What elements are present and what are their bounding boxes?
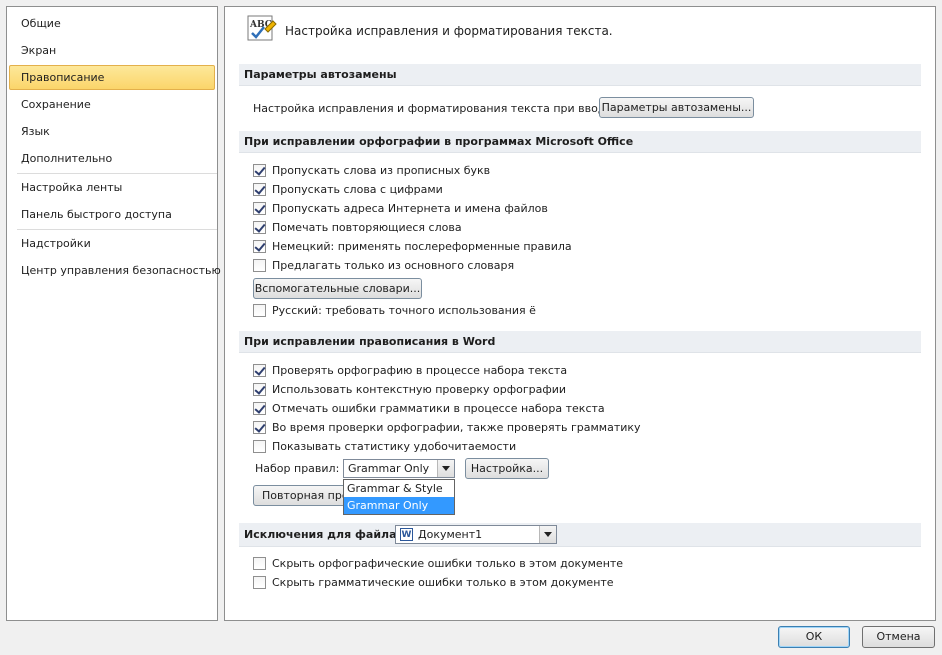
russian-yo-checkbox[interactable] [253,304,266,317]
section-word-spelling-header: При исправлении правописания в Word [239,331,921,353]
exceptions-label: Исключения для файла: [244,528,401,541]
flag-repeated-label: Помечать повторяющиеся слова [272,221,462,234]
section-office-spelling-header: При исправлении орфографии в программах … [239,131,921,153]
ok-button[interactable]: ОК [778,626,850,648]
grammar-as-you-type-label: Отмечать ошибки грамматики в процессе на… [272,402,605,415]
check-grammar-with-spelling-label: Во время проверки орфографии, также пров… [272,421,641,434]
sidebar-item-save[interactable]: Сохранение [9,92,215,117]
ignore-numbers-label: Пропускать слова с цифрами [272,183,443,196]
autocorrect-row-label: Настройка исправления и форматирования т… [253,102,616,115]
autocorrect-options-button[interactable]: Параметры автозамены... [599,97,754,118]
ruleset-select-value: Grammar Only [348,462,430,475]
check-grammar-with-spelling-checkbox[interactable] [253,421,266,434]
sidebar-item-language[interactable]: Язык [9,119,215,144]
ruleset-option-grammar-style[interactable]: Grammar & Style [344,480,454,497]
word-document-icon [400,527,413,544]
check-as-you-type-label: Проверять орфографию в процессе набора т… [272,364,568,377]
custom-dictionaries-button[interactable]: Вспомогательные словари... [253,278,422,299]
hide-spelling-errors-label: Скрыть орфографические ошибки только в э… [272,557,624,570]
ruleset-label: Набор правил: [255,462,340,475]
grammar-as-you-type-checkbox[interactable] [253,402,266,415]
hide-spelling-errors-checkbox[interactable] [253,557,266,570]
flag-repeated-checkbox[interactable] [253,221,266,234]
ignore-uppercase-checkbox[interactable] [253,164,266,177]
german-rules-checkbox[interactable] [253,240,266,253]
check-as-you-type-checkbox[interactable] [253,364,266,377]
sidebar-item-display[interactable]: Экран [9,38,215,63]
exceptions-document-select[interactable]: Документ1 [395,525,557,544]
sidebar-item-customize-ribbon[interactable]: Настройка ленты [9,175,215,200]
contextual-spelling-label: Использовать контекстную проверку орфогр… [272,383,567,396]
ignore-uppercase-label: Пропускать слова из прописных букв [272,164,491,177]
options-content-pane: ABC Настройка исправления и форматирован… [224,6,936,621]
russian-yo-label: Русский: требовать точного использования… [272,304,536,317]
ruleset-dropdown-list: Grammar & Style Grammar Only [343,479,455,515]
sidebar-item-advanced[interactable]: Дополнительно [9,146,215,171]
page-title: Настройка исправления и форматирования т… [285,24,613,38]
sidebar-item-general[interactable]: Общие [9,11,215,36]
german-rules-label: Немецкий: применять послереформенные пра… [272,240,572,253]
chevron-down-icon[interactable] [437,460,454,477]
sidebar-item-proofing[interactable]: Правописание [9,65,215,90]
section-exceptions-header: Исключения для файла: [239,523,921,547]
recheck-document-button[interactable]: Повторная про [253,485,353,506]
sidebar-item-trust-center[interactable]: Центр управления безопасностью [9,258,221,283]
readability-stats-label: Показывать статистику удобочитаемости [272,440,517,453]
chevron-down-icon[interactable] [539,526,556,543]
main-dictionary-only-label: Предлагать только из основного словаря [272,259,515,272]
sidebar-item-addins[interactable]: Надстройки [9,231,215,256]
section-autocorrect-header: Параметры автозамены [239,64,921,86]
hide-grammar-errors-label: Скрыть грамматические ошибки только в эт… [272,576,614,589]
contextual-spelling-checkbox[interactable] [253,383,266,396]
exceptions-document-value: Документ1 [418,528,483,541]
sidebar-divider [17,229,217,230]
sidebar-item-quick-access[interactable]: Панель быстрого доступа [9,202,215,227]
ignore-numbers-checkbox[interactable] [253,183,266,196]
options-sidebar: Общие Экран Правописание Сохранение Язык… [6,6,221,621]
ignore-urls-label: Пропускать адреса Интернета и имена файл… [272,202,548,215]
ruleset-select[interactable]: Grammar Only [343,459,455,478]
hide-grammar-errors-checkbox[interactable] [253,576,266,589]
ruleset-option-grammar-only[interactable]: Grammar Only [344,497,454,514]
ignore-urls-checkbox[interactable] [253,202,266,215]
abc-spellcheck-icon: ABC [247,15,277,41]
readability-stats-checkbox[interactable] [253,440,266,453]
grammar-settings-button[interactable]: Настройка... [465,458,549,479]
main-dictionary-only-checkbox[interactable] [253,259,266,272]
sidebar-divider [17,173,217,174]
cancel-button[interactable]: Отмена [862,626,935,648]
